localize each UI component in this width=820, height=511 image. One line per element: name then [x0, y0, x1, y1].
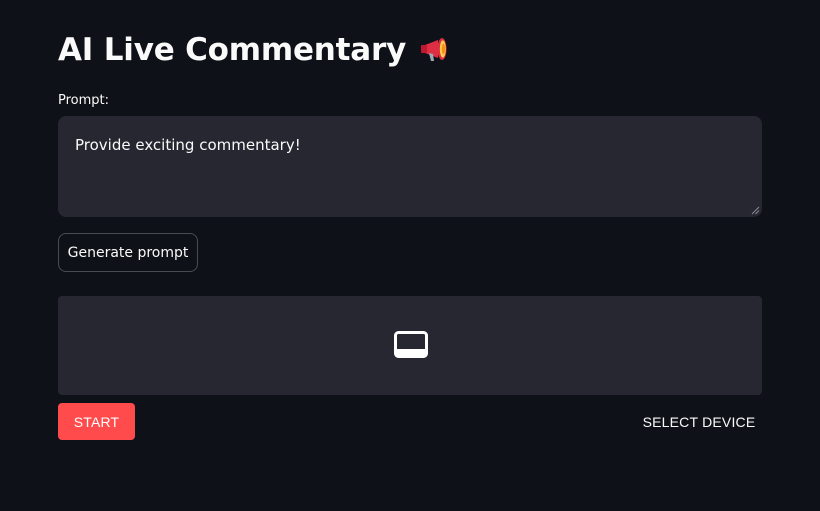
- megaphone-icon: [421, 38, 447, 61]
- page-title: AI Live Commentary: [58, 28, 454, 72]
- prompt-textarea[interactable]: Provide exciting commentary!: [58, 116, 762, 217]
- page-title-text: AI Live Commentary: [58, 32, 407, 68]
- prompt-label: Prompt:: [58, 93, 110, 108]
- select-device-button[interactable]: SELECT DEVICE: [636, 403, 762, 440]
- video-display-icon: [394, 331, 428, 358]
- generate-prompt-button[interactable]: Generate prompt: [58, 233, 198, 272]
- app-container: AI Live Commentary Prompt: Provide excit…: [0, 0, 820, 511]
- resize-handle-icon[interactable]: [750, 205, 760, 215]
- prompt-textarea-value: Provide exciting commentary!: [75, 136, 301, 154]
- start-button[interactable]: START: [58, 403, 135, 440]
- video-preview: [58, 296, 762, 395]
